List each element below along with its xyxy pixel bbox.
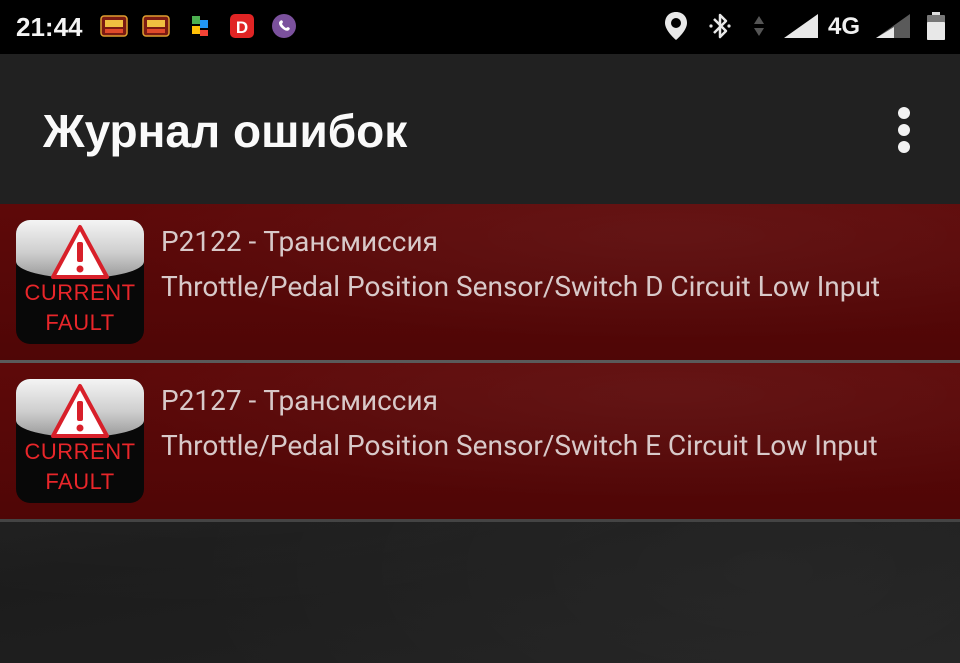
badge-line2: FAULT (45, 310, 115, 335)
badge-line1: CURRENT (24, 280, 136, 305)
d-app-icon: D (230, 14, 254, 38)
fault-list: CURRENT FAULT P2122 - Трансмиссия Thrott… (0, 204, 960, 663)
obd-app-icon (100, 15, 128, 37)
warning-icon (51, 384, 109, 438)
obd-app-icon (142, 15, 170, 37)
divider (0, 519, 960, 522)
fault-description: Throttle/Pedal Position Sensor/Switch D … (161, 270, 881, 303)
svg-text:D: D (236, 18, 248, 37)
status-bar: 21:44 D 4G (0, 0, 960, 54)
page-title: Журнал ошибок (43, 105, 408, 157)
warning-icon (51, 225, 109, 279)
list-item[interactable]: CURRENT FAULT P2122 - Трансмиссия Thrott… (0, 204, 960, 360)
more-vert-icon[interactable] (888, 104, 920, 156)
badge-line1: CURRENT (24, 439, 136, 464)
fault-description: Throttle/Pedal Position Sensor/Switch E … (161, 429, 878, 462)
data-arrows-icon (754, 16, 764, 36)
list-item[interactable]: CURRENT FAULT P2127 - Трансмиссия Thrott… (0, 363, 960, 519)
signal-icon (876, 14, 910, 38)
location-icon (665, 12, 687, 40)
network-type: 4G (828, 13, 861, 40)
current-fault-icon: CURRENT FAULT (16, 220, 144, 344)
puzzle-icon (192, 16, 208, 36)
signal-icon (784, 14, 818, 38)
fault-code: P2122 - Трансмиссия (161, 225, 438, 258)
viber-icon (272, 14, 296, 38)
status-time: 21:44 (16, 12, 83, 42)
fault-code: P2127 - Трансмиссия (161, 384, 438, 417)
bluetooth-icon (709, 13, 731, 39)
battery-icon (927, 12, 945, 40)
badge-line2: FAULT (45, 469, 115, 494)
current-fault-icon: CURRENT FAULT (16, 379, 144, 503)
